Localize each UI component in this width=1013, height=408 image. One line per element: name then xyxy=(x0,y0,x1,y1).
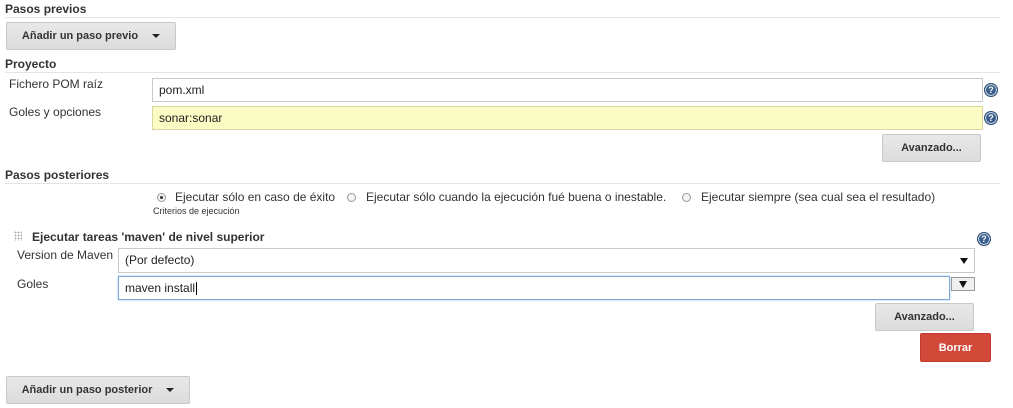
radio-caption: Criterios de ejecución xyxy=(153,206,240,216)
radio-stable-or-unstable[interactable] xyxy=(347,193,356,202)
delete-button[interactable]: Borrar xyxy=(920,333,991,362)
pom-label: Fichero POM raíz xyxy=(9,77,104,91)
goals-options-field[interactable]: sonar:sonar xyxy=(152,106,983,130)
maven-goals-value: maven install xyxy=(125,281,196,295)
radio-success-only[interactable] xyxy=(157,193,166,202)
post-steps-title: Pasos posteriores xyxy=(5,168,110,182)
add-post-step-button[interactable]: Añadir un paso posterior xyxy=(6,376,190,404)
add-pre-step-button[interactable]: Añadir un paso previo xyxy=(6,22,176,50)
pre-steps-divider xyxy=(5,17,1000,18)
radio-stable-or-unstable-label: Ejecutar sólo cuando la ejecución fué bu… xyxy=(366,190,667,204)
maven-version-value: (Por defecto) xyxy=(125,253,195,267)
radio-always-label: Ejecutar siempre (sea cual sea el result… xyxy=(701,190,936,204)
pre-steps-title: Pasos previos xyxy=(5,2,87,16)
help-icon[interactable]: ? xyxy=(984,83,998,97)
project-advanced-button[interactable]: Avanzado... xyxy=(882,134,981,162)
help-icon[interactable]: ? xyxy=(984,111,998,125)
maven-goals-label: Goles xyxy=(17,277,49,291)
maven-version-label: Version de Maven xyxy=(17,248,114,262)
maven-task-title: Ejecutar tareas 'maven' de nivel superio… xyxy=(32,230,265,244)
maven-advanced-button[interactable]: Avanzado... xyxy=(875,303,974,331)
add-post-step-label: Añadir un paso posterior xyxy=(21,384,153,396)
help-icon-glyph: ? xyxy=(988,85,994,95)
project-title: Proyecto xyxy=(5,57,57,71)
help-icon-glyph: ? xyxy=(988,113,994,123)
maven-goals-expand-button[interactable] xyxy=(951,277,975,291)
chevron-down-icon xyxy=(152,34,161,38)
radio-always[interactable] xyxy=(682,193,691,202)
chevron-down-icon xyxy=(959,280,967,288)
project-divider xyxy=(5,72,1000,73)
maven-goals-field[interactable]: maven install xyxy=(118,276,950,300)
chevron-down-icon xyxy=(960,258,968,264)
pom-field[interactable]: pom.xml xyxy=(152,78,983,102)
drag-handle-icon[interactable] xyxy=(14,231,22,241)
chevron-down-icon xyxy=(166,388,175,392)
radio-success-only-label: Ejecutar sólo en caso de éxito xyxy=(175,190,336,204)
help-icon-glyph: ? xyxy=(981,234,987,244)
help-icon[interactable]: ? xyxy=(977,232,991,246)
post-steps-divider xyxy=(5,183,1000,184)
goals-options-label: Goles y opciones xyxy=(9,105,102,119)
text-cursor xyxy=(196,282,198,296)
maven-version-select[interactable]: (Por defecto) xyxy=(118,248,975,273)
add-pre-step-label: Añadir un paso previo xyxy=(21,30,139,42)
